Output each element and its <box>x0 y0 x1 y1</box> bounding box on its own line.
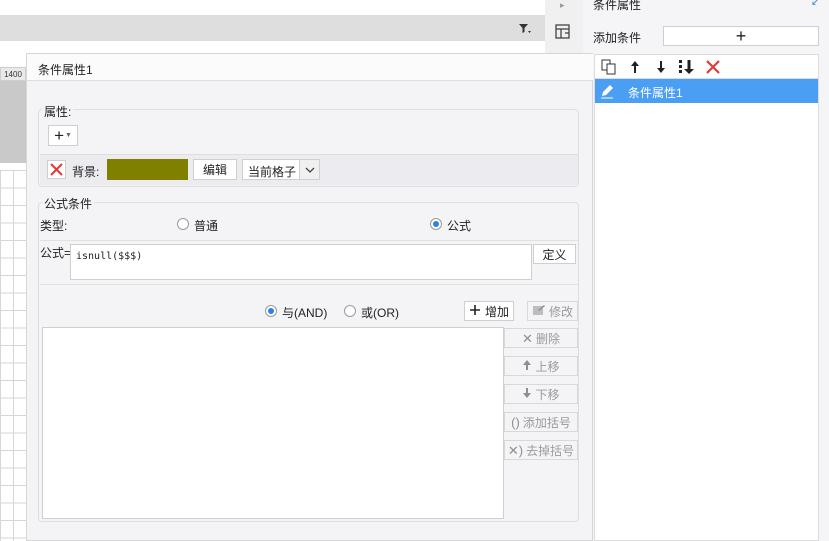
formula-group-label: 公式条件 <box>42 195 95 212</box>
arrow-up-icon[interactable] <box>626 58 644 76</box>
sheet-toolbar <box>0 15 545 41</box>
condition-list <box>594 78 819 541</box>
condition-toolbar <box>594 54 819 78</box>
sort-icon[interactable] <box>678 58 696 76</box>
define-formula-button[interactable]: 定义 <box>533 244 576 264</box>
remove-parentheses-label: 去掉括号 <box>526 443 575 458</box>
sheet-grid[interactable] <box>0 170 26 541</box>
list-item-label: 条件属性1 <box>628 86 683 100</box>
properties-group-label: 属性: <box>42 103 74 120</box>
type-formula-label[interactable]: 公式 <box>447 217 471 234</box>
background-label: 背景: <box>72 165 100 179</box>
chevron-down-icon <box>299 160 319 179</box>
background-color-swatch[interactable] <box>107 159 188 180</box>
type-formula-radio[interactable] <box>430 218 442 230</box>
add-condition-item-button[interactable]: 增加 <box>464 301 514 321</box>
plus-icon: + <box>735 26 747 46</box>
plus-icon <box>469 304 481 319</box>
add-property-button[interactable]: + ▼ <box>48 125 78 146</box>
modify-button-label: 修改 <box>548 304 573 319</box>
parentheses-icon: () <box>511 414 520 430</box>
type-label: 类型: <box>40 219 68 233</box>
add-condition-label: 添加条件 <box>593 31 642 45</box>
delete-label: 删除 <box>535 331 560 346</box>
close-icon: ✕ <box>522 330 533 346</box>
scope-select-value: 当前格子 <box>248 165 297 179</box>
edit-background-button[interactable]: 编辑 <box>193 159 237 180</box>
list-item[interactable]: 条件属性1 <box>595 79 818 103</box>
filter-icon[interactable] <box>518 22 532 36</box>
logic-or-label[interactable]: 或(OR) <box>361 304 399 321</box>
divider <box>40 284 578 285</box>
panel-title: 条件属性 <box>593 0 642 12</box>
add-condition-button[interactable]: + <box>663 26 819 46</box>
expand-icon[interactable]: ↙ <box>811 0 821 8</box>
remove-parentheses-icon: ✕) <box>507 442 524 458</box>
remove-parentheses-button[interactable]: ✕) 去掉括号 <box>504 440 578 460</box>
arrow-up-icon <box>522 359 532 374</box>
move-up-label: 上移 <box>535 359 560 374</box>
chevron-down-icon: ▼ <box>65 132 72 139</box>
arrow-down-icon <box>522 387 532 402</box>
logic-and-label[interactable]: 与(AND) <box>282 304 327 321</box>
remove-property-button[interactable] <box>47 160 66 179</box>
triangle-icon: ▸ <box>560 0 565 10</box>
modify-button[interactable]: 修改 <box>527 301 578 321</box>
logic-and-radio[interactable] <box>265 305 277 317</box>
copy-icon[interactable] <box>600 58 618 76</box>
arrow-down-icon[interactable] <box>652 58 670 76</box>
divider <box>40 240 578 241</box>
move-down-label: 下移 <box>535 387 560 402</box>
dialog-header <box>26 53 593 81</box>
add-parentheses-button[interactable]: () 添加括号 <box>504 412 578 432</box>
move-down-button[interactable]: 下移 <box>504 384 578 404</box>
modify-icon <box>532 304 546 319</box>
move-up-button[interactable]: 上移 <box>504 356 578 376</box>
formula-label: 公式= <box>40 246 72 260</box>
condition-items-list[interactable] <box>42 327 504 519</box>
delete-icon[interactable] <box>704 58 722 76</box>
add-parentheses-label: 添加括号 <box>522 415 571 430</box>
column-ruler: 1400 <box>0 67 26 81</box>
scope-select[interactable]: 当前格子 <box>242 159 320 180</box>
formula-field[interactable]: isnull($$$) <box>70 244 532 280</box>
logic-or-radio[interactable] <box>344 305 356 317</box>
cell-attribute-icon[interactable] <box>553 22 573 42</box>
pencil-icon <box>599 83 615 99</box>
add-button-label: 增加 <box>484 304 509 319</box>
dialog-title: 条件属性1 <box>38 63 93 77</box>
plus-icon: + <box>54 126 64 145</box>
sheet-selection-area <box>0 81 26 163</box>
type-normal-radio[interactable] <box>177 218 189 230</box>
type-normal-label[interactable]: 普通 <box>194 217 218 234</box>
delete-condition-button[interactable]: ✕ 删除 <box>504 328 578 348</box>
